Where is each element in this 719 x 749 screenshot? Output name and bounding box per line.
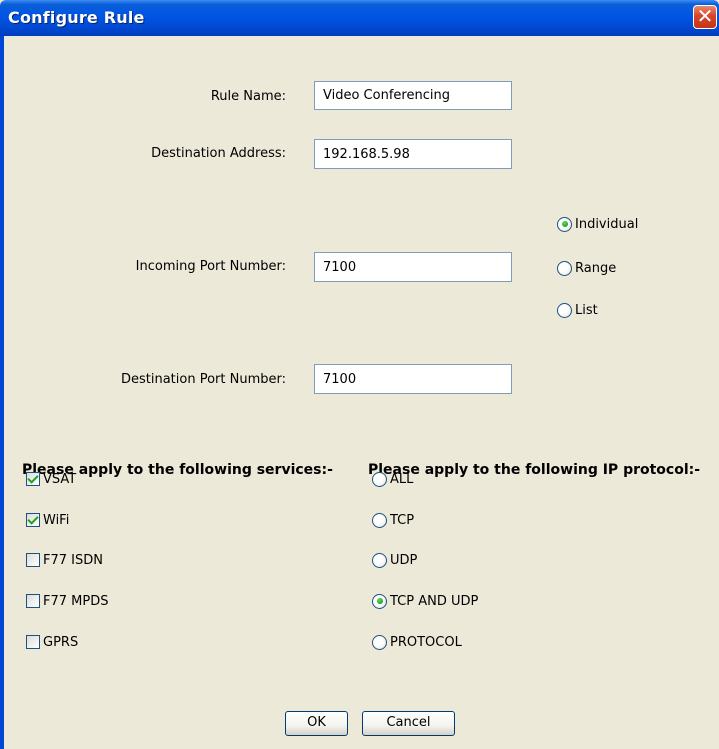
protocol-label: TCP AND UDP xyxy=(390,593,479,609)
radio-icon[interactable] xyxy=(372,471,387,487)
rule-name-label: Rule Name: xyxy=(210,89,286,104)
checkbox-icon[interactable] xyxy=(26,553,40,567)
radio-icon[interactable] xyxy=(372,512,387,528)
protocol-udp[interactable]: UDP xyxy=(372,550,417,570)
destination-address-input[interactable] xyxy=(314,139,512,169)
checkbox-checked-icon[interactable] xyxy=(26,513,40,527)
protocol-heading: Please apply to the following IP protoco… xyxy=(368,462,701,478)
title-bar[interactable]: Configure Rule ✕ xyxy=(0,0,719,36)
ok-button[interactable]: OK xyxy=(285,711,348,736)
destination-address-label: Destination Address: xyxy=(151,146,286,161)
service-label: VSAT xyxy=(43,471,77,487)
protocol-label: PROTOCOL xyxy=(390,634,462,650)
window-frame-left xyxy=(0,36,4,749)
protocol-protocol[interactable]: PROTOCOL xyxy=(372,632,462,652)
window-title: Configure Rule xyxy=(8,8,145,27)
protocol-label: UDP xyxy=(390,552,418,568)
incoming-port-label: Incoming Port Number: xyxy=(135,259,286,274)
radio-selected-icon[interactable] xyxy=(372,593,387,609)
service-vsat[interactable]: VSAT xyxy=(26,469,76,489)
protocol-label: ALL xyxy=(390,471,414,487)
destination-port-label: Destination Port Number: xyxy=(120,372,286,387)
port-mode-label: Range xyxy=(575,260,617,276)
service-wifi[interactable]: WiFi xyxy=(26,510,69,530)
rule-name-input[interactable] xyxy=(314,81,512,110)
service-label: GPRS xyxy=(43,634,79,650)
protocol-all[interactable]: ALL xyxy=(372,469,413,489)
cancel-button[interactable]: Cancel xyxy=(362,711,455,736)
port-mode-label: List xyxy=(575,302,598,318)
port-mode-range[interactable]: Range xyxy=(557,258,616,278)
service-label: F77 MPDS xyxy=(43,593,109,609)
service-f77-isdn[interactable]: F77 ISDN xyxy=(26,550,103,570)
checkbox-icon[interactable] xyxy=(26,635,40,649)
service-label: F77 ISDN xyxy=(43,552,103,568)
checkbox-icon[interactable] xyxy=(26,594,40,608)
radio-icon[interactable] xyxy=(372,552,387,568)
port-mode-individual[interactable]: Individual xyxy=(557,214,638,234)
close-icon[interactable]: ✕ xyxy=(693,5,717,29)
protocol-label: TCP xyxy=(390,512,415,528)
port-mode-list[interactable]: List xyxy=(557,300,598,320)
destination-port-input[interactable] xyxy=(314,364,512,394)
incoming-port-input[interactable] xyxy=(314,252,512,282)
service-f77-mpds[interactable]: F77 MPDS xyxy=(26,591,108,611)
radio-selected-icon[interactable] xyxy=(557,216,572,232)
service-label: WiFi xyxy=(43,512,70,528)
protocol-tcp[interactable]: TCP xyxy=(372,510,414,530)
protocol-tcp-and-udp[interactable]: TCP AND UDP xyxy=(372,591,478,611)
radio-icon[interactable] xyxy=(557,260,572,276)
radio-icon[interactable] xyxy=(372,634,387,650)
radio-icon[interactable] xyxy=(557,302,572,318)
checkbox-checked-icon[interactable] xyxy=(26,472,40,486)
service-gprs[interactable]: GPRS xyxy=(26,632,78,652)
port-mode-label: Individual xyxy=(575,216,639,232)
